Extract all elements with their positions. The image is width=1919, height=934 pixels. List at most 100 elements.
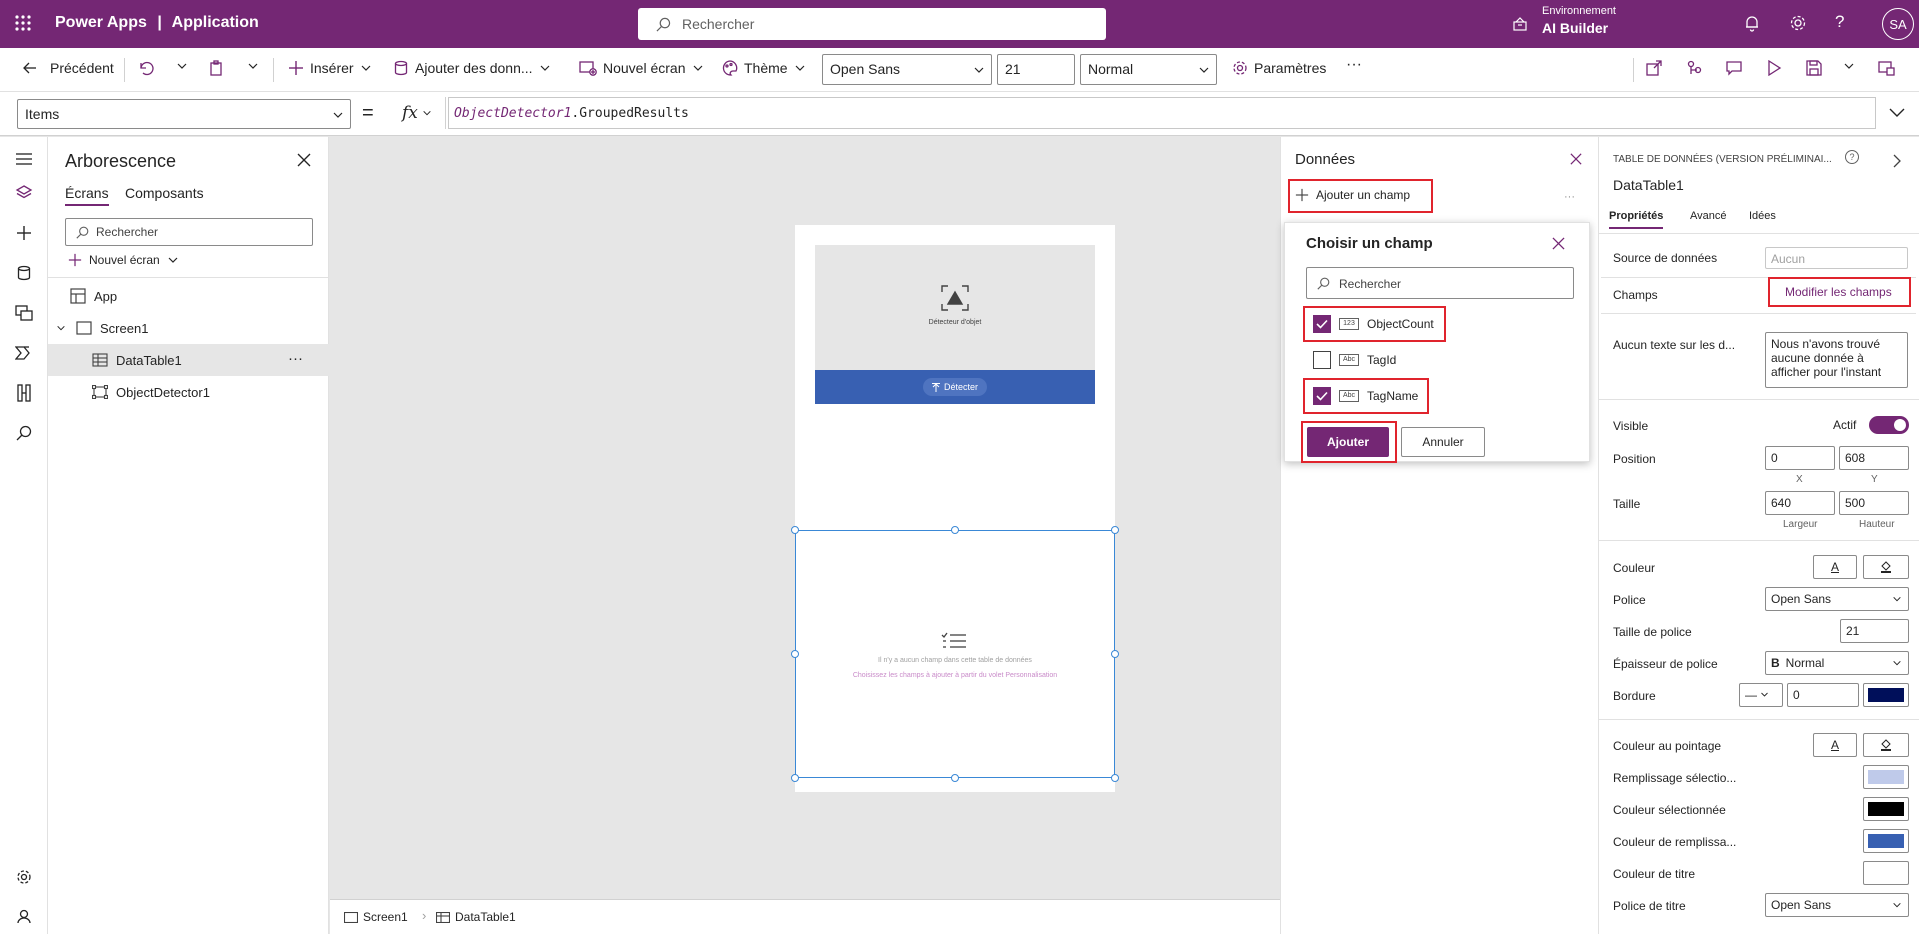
settings-rail-icon[interactable]: [12, 865, 36, 889]
chevron-right-icon[interactable]: [1893, 154, 1901, 168]
tree-search-input[interactable]: Rechercher: [65, 218, 313, 246]
screen-preview[interactable]: Détecteur d'objet Détecter Il n'y a aucu…: [791, 225, 1119, 792]
new-screen-button[interactable]: Nouvel écran: [579, 60, 704, 76]
breadcrumb-datatable1[interactable]: DataTable1: [436, 910, 516, 924]
resize-handle[interactable]: [951, 526, 959, 534]
formula-input[interactable]: ObjectDetector1.GroupedResults: [448, 97, 1876, 129]
undo-dropdown[interactable]: [176, 60, 188, 72]
tree-view-icon[interactable]: [12, 181, 36, 205]
resize-handle[interactable]: [1111, 526, 1119, 534]
tab-advanced[interactable]: Avancé: [1690, 210, 1727, 222]
detect-button[interactable]: Détecter: [923, 378, 987, 396]
tab-properties[interactable]: Propriétés: [1609, 210, 1664, 229]
title-color-picker[interactable]: [1863, 861, 1909, 885]
breadcrumb-screen1[interactable]: Screen1: [344, 910, 408, 924]
tab-components[interactable]: Composants: [125, 185, 204, 201]
more-options-button[interactable]: ···: [288, 350, 303, 367]
help-icon[interactable]: ?: [1835, 12, 1844, 32]
cancel-button[interactable]: Annuler: [1401, 427, 1485, 457]
hover-text-color-picker[interactable]: A: [1813, 733, 1857, 757]
hamburger-icon[interactable]: [12, 147, 36, 171]
property-select[interactable]: Items: [17, 99, 351, 129]
app-checker-icon[interactable]: [1686, 60, 1702, 76]
tree-item-datatable1[interactable]: DataTable1 ···: [48, 344, 329, 376]
font-size-input[interactable]: 21: [1840, 619, 1909, 643]
share-icon[interactable]: [1646, 60, 1662, 76]
title-font-select[interactable]: Open Sans: [1765, 893, 1909, 917]
resize-handle[interactable]: [951, 774, 959, 782]
publish-icon[interactable]: [1878, 60, 1896, 76]
paste-button[interactable]: [208, 60, 224, 76]
insert-button[interactable]: Insérer: [288, 60, 372, 76]
position-x-input[interactable]: 0: [1765, 446, 1835, 470]
media-rail-icon[interactable]: [12, 301, 36, 325]
help-icon[interactable]: ?: [1845, 150, 1859, 164]
resize-handle[interactable]: [1111, 774, 1119, 782]
text-color-picker[interactable]: A: [1813, 555, 1857, 579]
fx-button[interactable]: fx: [392, 97, 446, 129]
selected-color-picker[interactable]: [1863, 797, 1909, 821]
position-y-input[interactable]: 608: [1839, 446, 1909, 470]
font-weight-select[interactable]: Normal: [1080, 54, 1217, 85]
app-launcher-icon[interactable]: [14, 14, 32, 32]
border-thickness-input[interactable]: 0: [1787, 683, 1859, 707]
virtual-agent-icon[interactable]: [12, 904, 36, 928]
resize-handle[interactable]: [791, 650, 799, 658]
new-screen-tree-button[interactable]: Nouvel écran: [68, 253, 179, 267]
back-button[interactable]: Précédent: [22, 60, 114, 76]
fill-color-picker-2[interactable]: [1863, 829, 1909, 853]
width-input[interactable]: 640: [1765, 491, 1835, 515]
selection-fill-picker[interactable]: [1863, 765, 1909, 789]
expand-formula-icon[interactable]: [1888, 106, 1906, 120]
tab-screens[interactable]: Écrans: [65, 185, 109, 206]
data-rail-icon[interactable]: [12, 261, 36, 285]
border-style-select[interactable]: —: [1739, 683, 1783, 707]
font-weight-select[interactable]: B Normal: [1765, 651, 1909, 675]
field-search-input[interactable]: Rechercher: [1306, 267, 1574, 299]
paste-dropdown[interactable]: [247, 60, 259, 72]
comment-icon[interactable]: [1726, 60, 1742, 76]
gear-icon[interactable]: [1789, 14, 1807, 32]
power-automate-icon[interactable]: [12, 341, 36, 365]
object-detector-control[interactable]: Détecteur d'objet: [815, 245, 1095, 370]
save-icon[interactable]: [1806, 60, 1822, 76]
add-data-button[interactable]: Ajouter des donn...: [393, 60, 551, 76]
checkbox-unchecked[interactable]: [1313, 351, 1331, 369]
tree-item-objectdetector1[interactable]: ObjectDetector1: [48, 376, 329, 408]
font-select[interactable]: Open Sans: [822, 54, 992, 85]
detect-bar[interactable]: Détecter: [815, 370, 1095, 404]
border-color-picker[interactable]: [1863, 683, 1909, 707]
environment-value[interactable]: AI Builder: [1542, 20, 1608, 36]
font-size-input[interactable]: 21: [997, 54, 1075, 85]
resize-handle[interactable]: [791, 774, 799, 782]
control-name[interactable]: DataTable1: [1613, 177, 1684, 193]
data-table-control[interactable]: Il n'y a aucun champ dans cette table de…: [795, 530, 1115, 778]
more-commands-button[interactable]: ···: [1346, 56, 1362, 74]
visible-toggle[interactable]: [1869, 416, 1909, 434]
close-icon[interactable]: [297, 153, 311, 167]
tab-ideas[interactable]: Idées: [1749, 210, 1776, 222]
play-icon[interactable]: [1766, 60, 1782, 76]
save-dropdown[interactable]: [1843, 60, 1855, 72]
fill-color-picker[interactable]: [1863, 555, 1909, 579]
font-select[interactable]: Open Sans: [1765, 587, 1909, 611]
height-input[interactable]: 500: [1839, 491, 1909, 515]
advanced-tools-icon[interactable]: [12, 381, 36, 405]
data-source-select[interactable]: Aucun: [1765, 247, 1908, 269]
theme-button[interactable]: Thème: [722, 60, 806, 76]
more-options-button[interactable]: ···: [1564, 191, 1575, 203]
hover-fill-color-picker[interactable]: [1863, 733, 1909, 757]
tree-item-app[interactable]: App: [48, 280, 329, 312]
close-icon[interactable]: [1552, 237, 1565, 250]
no-data-text-input[interactable]: Nous n'avons trouvé aucune donnée à affi…: [1765, 332, 1908, 388]
resize-handle[interactable]: [1111, 650, 1119, 658]
search-rail-icon[interactable]: [12, 421, 36, 445]
close-icon[interactable]: [1570, 153, 1582, 165]
bell-icon[interactable]: [1743, 14, 1761, 32]
undo-button[interactable]: [138, 60, 154, 76]
tree-item-screen1[interactable]: Screen1: [48, 312, 329, 344]
global-search-input[interactable]: Rechercher: [638, 8, 1106, 40]
insert-rail-icon[interactable]: [12, 221, 36, 245]
resize-handle[interactable]: [791, 526, 799, 534]
settings-button[interactable]: Paramètres: [1232, 60, 1326, 76]
